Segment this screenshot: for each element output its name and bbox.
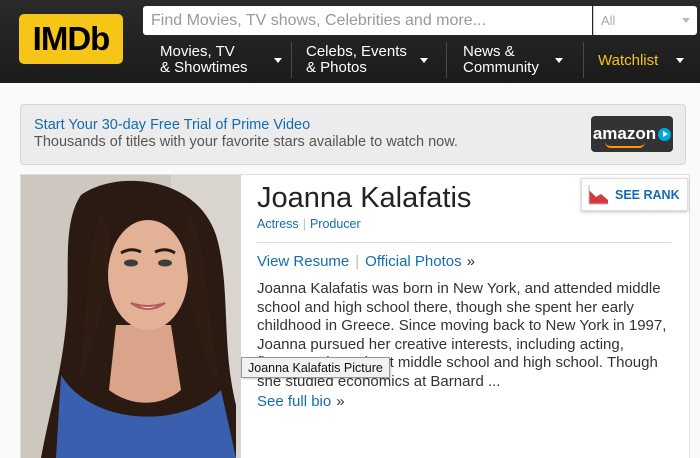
nav-label-line2: & Showtimes <box>160 59 248 76</box>
nav-movies-tv-showtimes[interactable]: Movies, TV & Showtimes <box>160 41 282 79</box>
nav-news-community[interactable]: News & Community <box>463 41 563 79</box>
nav-label-line1: Celebs, Events <box>306 43 407 60</box>
nav-divider <box>291 42 292 78</box>
role-producer[interactable]: Producer <box>310 217 361 231</box>
person-name: Joanna Kalafatis <box>257 182 472 214</box>
photo-tooltip: Joanna Kalafatis Picture <box>241 357 390 378</box>
nav-divider <box>446 42 447 78</box>
see-full-bio-link-wrap: See full bio » <box>257 393 345 410</box>
role-separator: | <box>302 217 306 231</box>
section-divider <box>257 242 671 243</box>
raquo-icon: » <box>336 393 345 410</box>
watchlist-link[interactable]: Watchlist <box>598 52 658 69</box>
nav-label-line1: Movies, TV <box>160 43 235 60</box>
person-roles: Actress | Producer <box>257 217 361 231</box>
profile-photo[interactable] <box>21 175 241 458</box>
official-photos-link[interactable]: Official Photos <box>365 253 461 270</box>
caret-down-icon <box>555 57 563 63</box>
nav-divider <box>583 42 584 78</box>
see-full-bio-link[interactable]: See full bio <box>257 393 331 410</box>
promo-headline[interactable]: Start Your 30-day Free Trial of Prime Vi… <box>34 117 310 133</box>
caret-down-icon <box>274 57 282 63</box>
caret-down-icon[interactable] <box>676 58 684 63</box>
amazon-smile-icon <box>605 142 645 148</box>
amazon-logo-text: amazon <box>592 124 657 143</box>
nav-label-line2: Community <box>463 59 539 76</box>
caret-down-icon <box>420 57 428 63</box>
see-rank-label: SEE RANK <box>615 187 680 202</box>
promo-subline: Thousands of titles with your favorite s… <box>34 134 458 150</box>
search-input[interactable]: Find Movies, TV shows, Celebrities and m… <box>143 6 592 35</box>
prime-video-promo-banner[interactable]: Start Your 30-day Free Trial of Prime Vi… <box>20 104 686 165</box>
search-category-select[interactable]: All <box>593 6 697 35</box>
link-separator: | <box>355 253 360 270</box>
search-category-label: All <box>601 13 616 28</box>
rank-chart-icon <box>588 184 609 205</box>
role-actress[interactable]: Actress <box>257 217 299 231</box>
play-icon <box>658 127 672 141</box>
nav-label-line1: News & <box>463 43 515 60</box>
profile-links: View Resume | Official Photos » <box>257 253 475 270</box>
nav-label-line2: & Photos <box>306 59 367 76</box>
raquo-icon: » <box>466 253 475 270</box>
amazon-logo[interactable]: amazon <box>591 116 673 152</box>
top-navigation-bar: IMDb Find Movies, TV shows, Celebrities … <box>0 0 700 83</box>
see-rank-button[interactable]: SEE RANK <box>581 178 688 211</box>
nav-celebs-events-photos[interactable]: Celebs, Events & Photos <box>306 41 428 79</box>
imdb-logo[interactable]: IMDb <box>19 14 123 64</box>
view-resume-link[interactable]: View Resume <box>257 253 349 270</box>
caret-down-icon <box>682 18 690 23</box>
